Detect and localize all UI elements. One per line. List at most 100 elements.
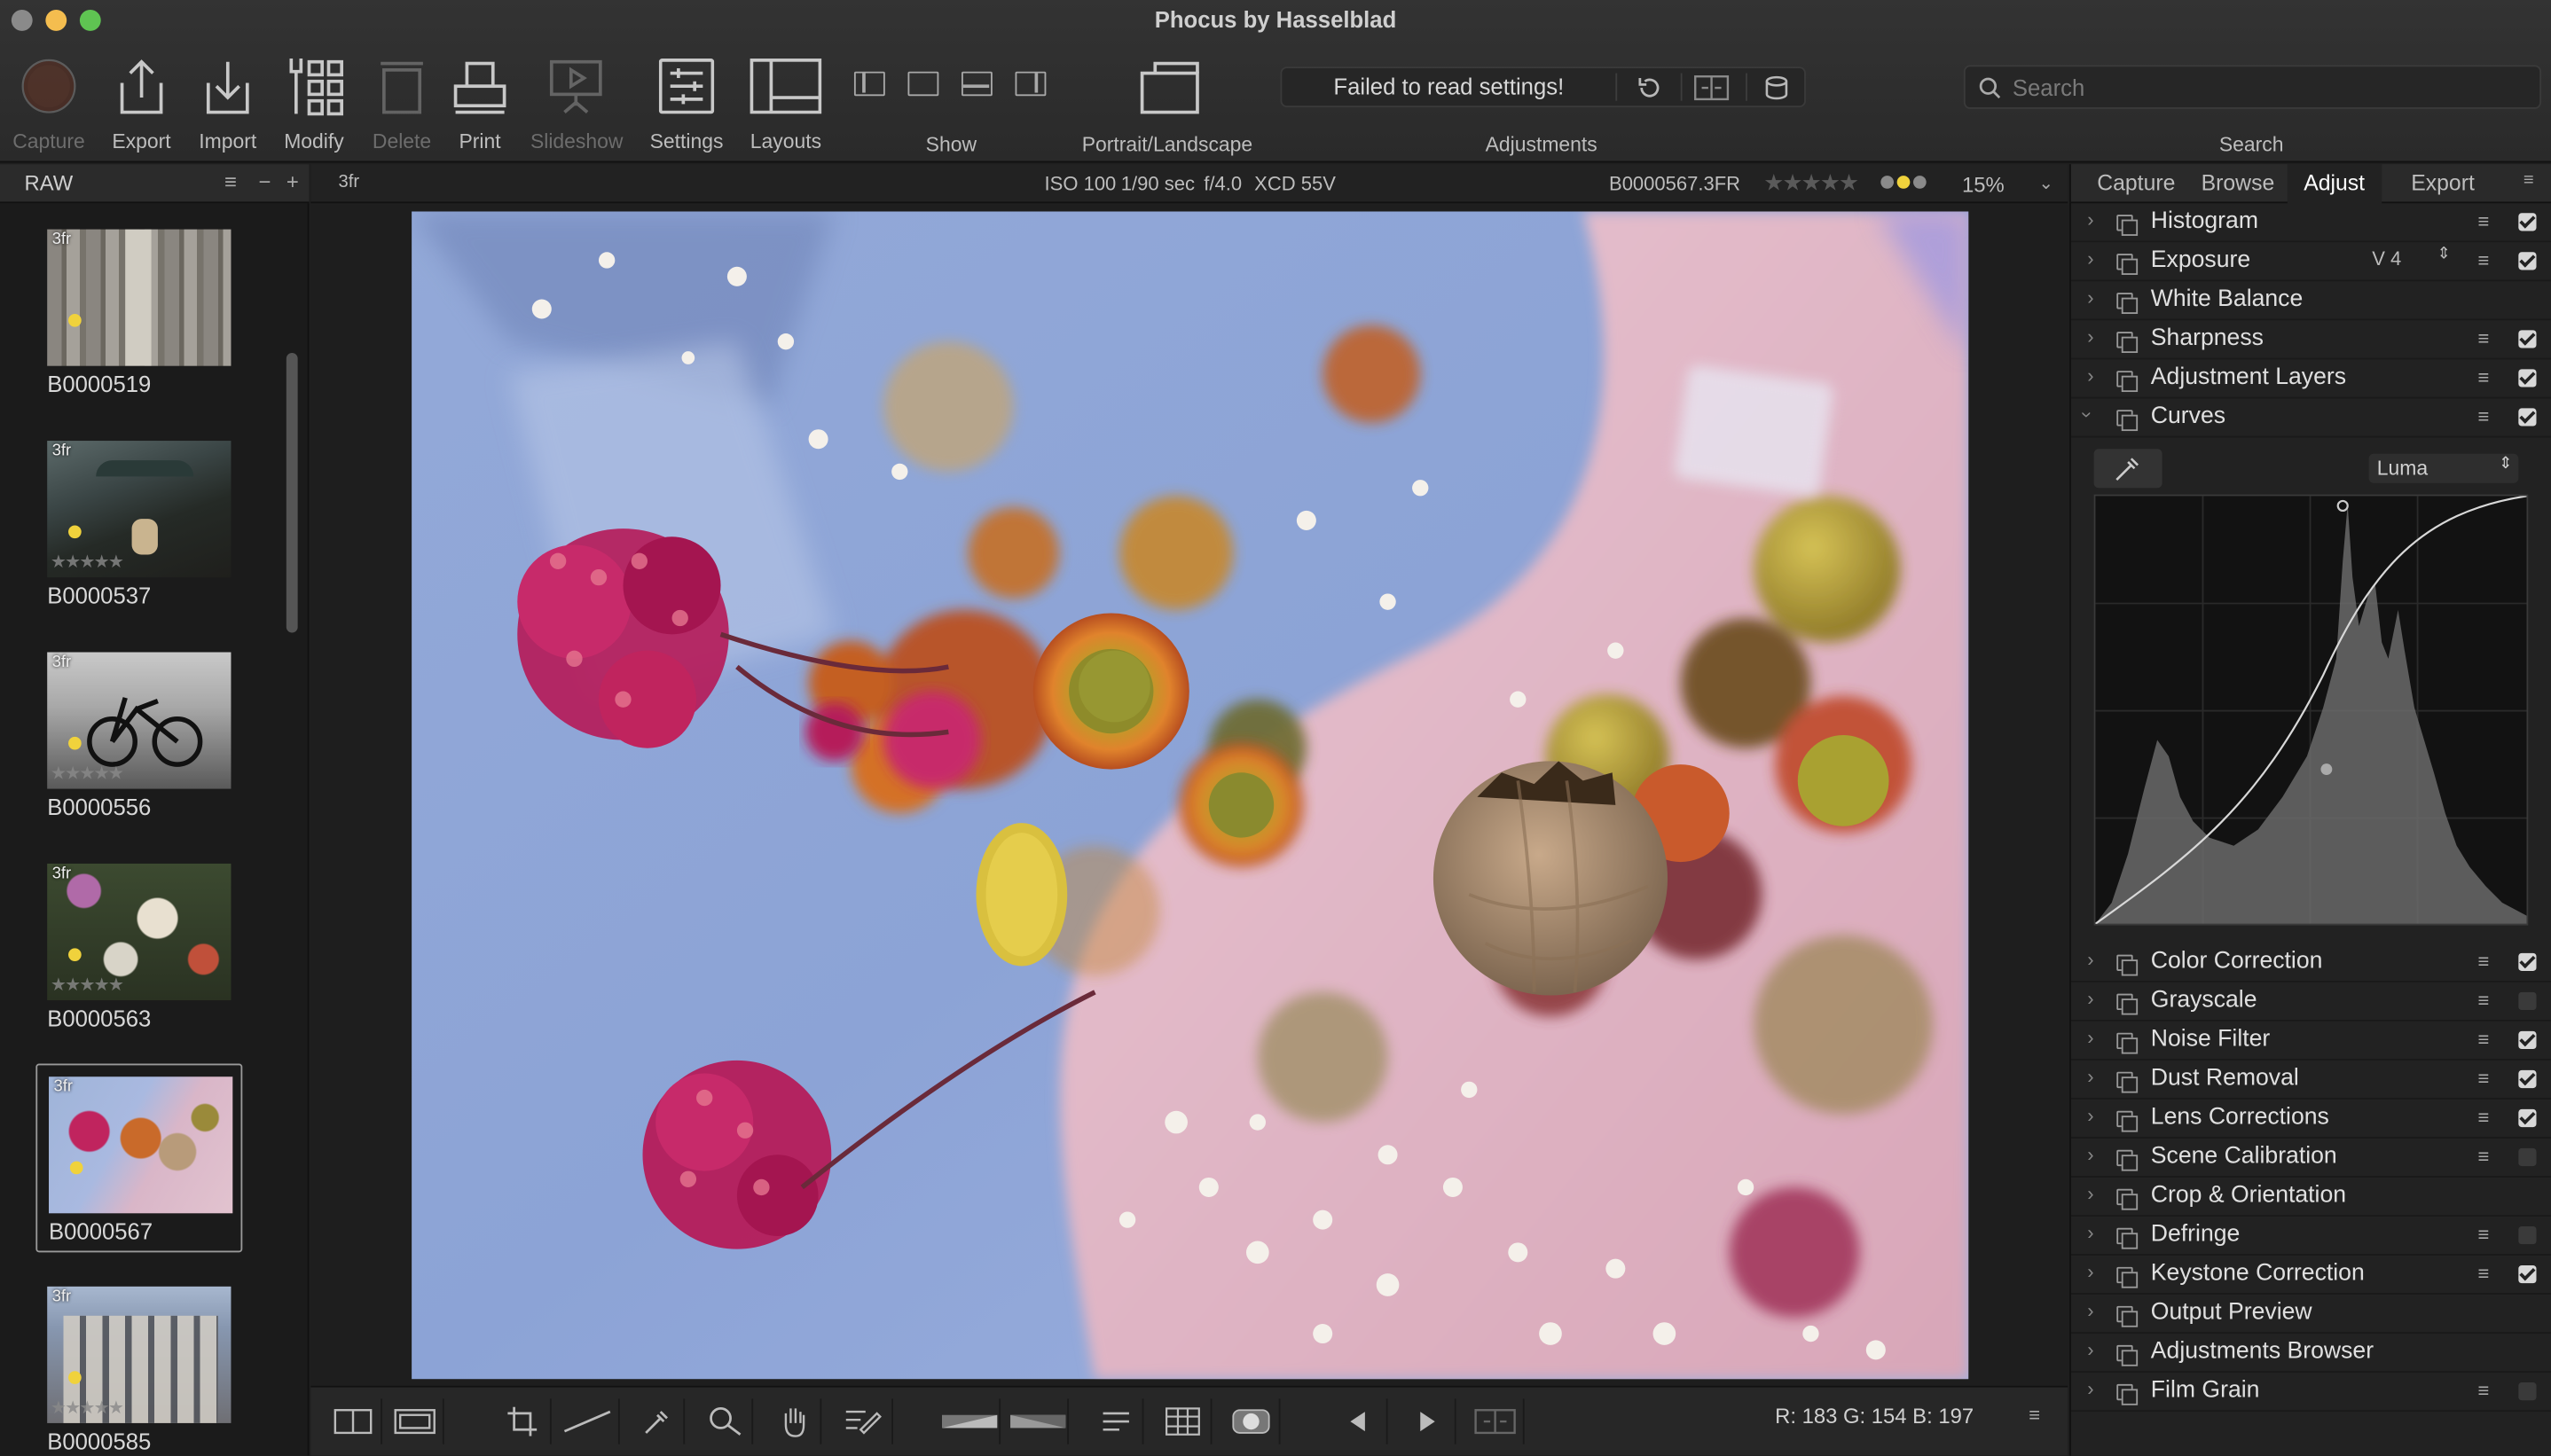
grid-overlay-button[interactable] bbox=[1153, 1398, 1213, 1444]
tool-row-lens-corrections[interactable]: › Lens Corrections ≡ bbox=[2070, 1100, 2551, 1139]
tool-enabled-checkbox[interactable] bbox=[2518, 952, 2537, 972]
tool-menu-icon[interactable]: ≡ bbox=[2477, 1028, 2489, 1051]
copy-icon[interactable] bbox=[2116, 293, 2139, 314]
copy-icon[interactable] bbox=[2116, 254, 2139, 275]
layouts-button[interactable]: Layouts bbox=[741, 52, 832, 153]
tool-enabled-checkbox[interactable] bbox=[2518, 369, 2537, 387]
hand-tool-button[interactable] bbox=[766, 1398, 822, 1444]
tool-row-crop-orientation[interactable]: › Crop & Orientation bbox=[2070, 1178, 2551, 1217]
eyedropper-tool-button[interactable] bbox=[630, 1398, 686, 1444]
image-viewer[interactable] bbox=[310, 205, 2068, 1386]
color-label-selector[interactable] bbox=[1880, 176, 1927, 189]
straighten-tool-button[interactable] bbox=[554, 1398, 620, 1444]
copy-icon[interactable] bbox=[2116, 1149, 2139, 1171]
tool-row-color-correction[interactable]: › Color Correction ≡ bbox=[2070, 943, 2551, 982]
tool-menu-icon[interactable]: ≡ bbox=[2477, 1067, 2489, 1090]
gray-label-dot[interactable] bbox=[1880, 176, 1894, 189]
panel-menu-icon[interactable]: ≡ bbox=[2524, 171, 2534, 191]
tool-row-adjustment-layers[interactable]: › Adjustment Layers ≡ bbox=[2070, 359, 2551, 399]
tool-row-adjustments-browser[interactable]: › Adjustments Browser bbox=[2070, 1334, 2551, 1374]
crop-tool-button[interactable] bbox=[493, 1398, 552, 1444]
tool-row-film-grain[interactable]: › Film Grain ≡ bbox=[2070, 1373, 2551, 1413]
copy-icon[interactable] bbox=[2116, 1110, 2139, 1132]
tool-menu-icon[interactable]: ≡ bbox=[2477, 989, 2489, 1012]
copy-icon[interactable] bbox=[2116, 332, 2139, 354]
copy-icon[interactable] bbox=[2116, 1227, 2139, 1249]
tool-enabled-checkbox[interactable] bbox=[2518, 213, 2537, 231]
tool-row-white-balance[interactable]: › White Balance bbox=[2070, 281, 2551, 321]
mask-overlay-button[interactable] bbox=[1221, 1398, 1281, 1444]
tool-enabled-checkbox[interactable] bbox=[2518, 1382, 2537, 1401]
compare-images-button[interactable] bbox=[1466, 1398, 1525, 1444]
tool-menu-icon[interactable]: ≡ bbox=[2477, 249, 2489, 272]
tool-row-scene-calibration[interactable]: › Scene Calibration ≡ bbox=[2070, 1139, 2551, 1178]
tool-menu-icon[interactable]: ≡ bbox=[2477, 1145, 2489, 1168]
copy-icon[interactable] bbox=[2116, 1344, 2139, 1366]
zoom-level[interactable]: 15% bbox=[1962, 172, 2005, 197]
tool-enabled-checkbox[interactable] bbox=[2518, 991, 2537, 1011]
tab-adjust[interactable]: Adjust bbox=[2287, 164, 2382, 206]
main-photo[interactable] bbox=[412, 211, 1969, 1380]
tool-menu-icon[interactable]: ≡ bbox=[2477, 1379, 2489, 1402]
tool-enabled-checkbox[interactable] bbox=[2518, 1108, 2537, 1128]
tool-row-histogram[interactable]: › Histogram ≡ bbox=[2070, 203, 2551, 243]
import-button[interactable]: Import bbox=[182, 52, 273, 153]
thumbnail-list[interactable]: 3fr B0000519 3fr ★★★★★ B0000537 3fr ★★★★… bbox=[0, 205, 279, 1455]
shadow-warning-button[interactable] bbox=[1007, 1398, 1070, 1444]
single-view-button[interactable] bbox=[386, 1398, 444, 1444]
tool-row-sharpness[interactable]: › Sharpness ≡ bbox=[2070, 320, 2551, 360]
copy-icon[interactable] bbox=[2116, 993, 2139, 1015]
undo-icon[interactable] bbox=[1637, 76, 1660, 99]
thumbnail-item[interactable]: 3fr B0000519 bbox=[35, 218, 242, 407]
thumbnail-item-selected[interactable]: 3fr B0000567 bbox=[35, 1063, 243, 1253]
tool-enabled-checkbox[interactable] bbox=[2518, 252, 2537, 270]
tool-menu-icon[interactable]: ≡ bbox=[2477, 210, 2489, 233]
tool-enabled-checkbox[interactable] bbox=[2518, 1069, 2537, 1089]
browser-scrollbar[interactable] bbox=[286, 353, 298, 633]
export-button[interactable]: Export bbox=[96, 52, 187, 153]
tool-menu-icon[interactable]: ≡ bbox=[2477, 366, 2489, 389]
copy-icon[interactable] bbox=[2116, 1266, 2139, 1288]
tool-row-dust-removal[interactable]: › Dust Removal ≡ bbox=[2070, 1061, 2551, 1100]
info-overlay-button[interactable] bbox=[1088, 1398, 1144, 1444]
tool-menu-icon[interactable]: ≡ bbox=[2477, 950, 2489, 973]
zoom-in-icon[interactable]: + bbox=[286, 169, 299, 194]
settings-button[interactable]: Settings bbox=[641, 52, 733, 153]
tool-enabled-checkbox[interactable] bbox=[2518, 1030, 2537, 1050]
image-rating-stars[interactable]: ★★★★★ bbox=[1763, 169, 1859, 197]
tool-row-grayscale[interactable]: › Grayscale ≡ bbox=[2070, 982, 2551, 1022]
tool-menu-icon[interactable]: ≡ bbox=[2477, 1106, 2489, 1129]
copy-icon[interactable] bbox=[2116, 410, 2139, 432]
copy-icon[interactable] bbox=[2116, 371, 2139, 393]
readout-menu-icon[interactable]: ≡ bbox=[2029, 1404, 2040, 1427]
copy-icon[interactable] bbox=[2116, 1032, 2139, 1054]
tool-enabled-checkbox[interactable] bbox=[2518, 1147, 2537, 1167]
tool-menu-icon[interactable]: ≡ bbox=[2477, 405, 2489, 428]
annotation-tool-button[interactable] bbox=[835, 1398, 893, 1444]
next-image-button[interactable] bbox=[1398, 1398, 1456, 1444]
tool-enabled-checkbox[interactable] bbox=[2518, 1264, 2537, 1284]
thumbnail-item[interactable]: 3fr ★★★★★ B0000585 bbox=[35, 1275, 242, 1456]
tool-menu-icon[interactable]: ≡ bbox=[2477, 1223, 2489, 1246]
compare-icon[interactable] bbox=[1693, 74, 1730, 101]
tool-menu-icon[interactable]: ≡ bbox=[2477, 327, 2489, 350]
compare-view-button[interactable] bbox=[324, 1398, 383, 1444]
show-viewer-button[interactable] bbox=[907, 71, 939, 97]
print-button[interactable]: Print bbox=[435, 52, 526, 153]
tool-enabled-checkbox[interactable] bbox=[2518, 408, 2537, 427]
tool-row-noise-filter[interactable]: › Noise Filter ≡ bbox=[2070, 1022, 2551, 1061]
copy-icon[interactable] bbox=[2116, 215, 2139, 236]
exposure-warning-button[interactable] bbox=[938, 1398, 1001, 1444]
show-adjust-panel-button[interactable] bbox=[1015, 71, 1047, 97]
capture-button[interactable]: Capture bbox=[4, 52, 95, 153]
copy-icon[interactable] bbox=[2116, 954, 2139, 976]
show-browser-viewer-button[interactable] bbox=[853, 71, 885, 97]
tool-row-keystone-correction[interactable]: › Keystone Correction ≡ bbox=[2070, 1256, 2551, 1296]
tool-enabled-checkbox[interactable] bbox=[2518, 330, 2537, 348]
thumbnail-item[interactable]: 3fr ★★★★★ B0000563 bbox=[35, 852, 242, 1041]
yellow-label-dot[interactable] bbox=[1896, 176, 1911, 189]
curve-channel-select[interactable]: Luma ⇕ bbox=[2368, 453, 2519, 483]
tool-row-curves[interactable]: › Curves ≡ bbox=[2070, 398, 2551, 438]
thumbnail-item[interactable]: 3fr ★★★★★ B0000537 bbox=[35, 429, 242, 618]
tool-row-exposure[interactable]: › Exposure V 4 ⇕ ≡ bbox=[2070, 242, 2551, 282]
